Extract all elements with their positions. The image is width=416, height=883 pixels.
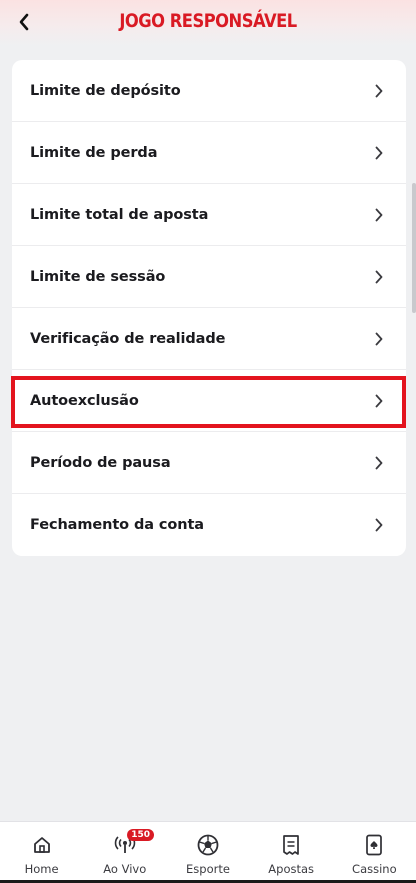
soccer-ball-icon	[197, 834, 219, 856]
home-icon	[31, 834, 53, 856]
chevron-right-icon	[375, 456, 383, 470]
scrollbar[interactable]	[412, 183, 416, 313]
menu-item-pause-period[interactable]: Período de pausa	[12, 432, 406, 494]
chevron-right-icon	[375, 84, 383, 98]
chevron-right-icon	[375, 146, 383, 160]
menu-item-label: Autoexclusão	[30, 392, 139, 409]
menu-item-label: Limite de sessão	[30, 268, 166, 285]
menu-item-label: Limite de depósito	[30, 82, 181, 99]
app-screen: JOGO RESPONSÁVEL Limite de depósito Limi…	[0, 0, 416, 883]
nav-item-apostas[interactable]: Apostas	[250, 822, 333, 883]
nav-label: Ao Vivo	[103, 862, 147, 876]
nav-item-ao-vivo[interactable]: 150 Ao Vivo	[83, 822, 166, 883]
nav-item-cassino[interactable]: Cassino	[333, 822, 416, 883]
menu-item-label: Verificação de realidade	[30, 330, 226, 347]
bottom-navigation: Home 150 Ao Vivo Esporte Apostas Cassino	[0, 821, 416, 883]
nav-label: Esporte	[186, 862, 230, 876]
header: JOGO RESPONSÁVEL	[0, 0, 416, 46]
playing-card-icon	[363, 834, 385, 856]
menu-item-label: Limite de perda	[30, 144, 158, 161]
chevron-right-icon	[375, 518, 383, 532]
page-title: JOGO RESPONSÁVEL	[119, 10, 297, 32]
chevron-right-icon	[375, 270, 383, 284]
chevron-right-icon	[375, 394, 383, 408]
menu-item-label: Limite total de aposta	[30, 206, 209, 223]
menu-item-label: Período de pausa	[30, 454, 171, 471]
chevron-right-icon	[375, 208, 383, 222]
nav-label: Apostas	[268, 862, 315, 876]
nav-label: Home	[24, 862, 59, 876]
menu-item-total-bet-limit[interactable]: Limite total de aposta	[12, 184, 406, 246]
live-count-badge: 150	[127, 829, 155, 841]
responsible-gaming-menu: Limite de depósito Limite de perda Limit…	[12, 60, 406, 556]
menu-item-loss-limit[interactable]: Limite de perda	[12, 122, 406, 184]
bet-slip-icon	[280, 834, 302, 856]
menu-item-self-exclusion[interactable]: Autoexclusão	[12, 370, 406, 432]
nav-label: Cassino	[352, 862, 397, 876]
menu-item-reality-check[interactable]: Verificação de realidade	[12, 308, 406, 370]
nav-item-home[interactable]: Home	[0, 822, 83, 883]
menu-item-account-closure[interactable]: Fechamento da conta	[12, 494, 406, 556]
menu-item-deposit-limit[interactable]: Limite de depósito	[12, 60, 406, 122]
menu-item-session-limit[interactable]: Limite de sessão	[12, 246, 406, 308]
chevron-right-icon	[375, 332, 383, 346]
menu-item-label: Fechamento da conta	[30, 517, 204, 533]
nav-item-esporte[interactable]: Esporte	[166, 822, 249, 883]
